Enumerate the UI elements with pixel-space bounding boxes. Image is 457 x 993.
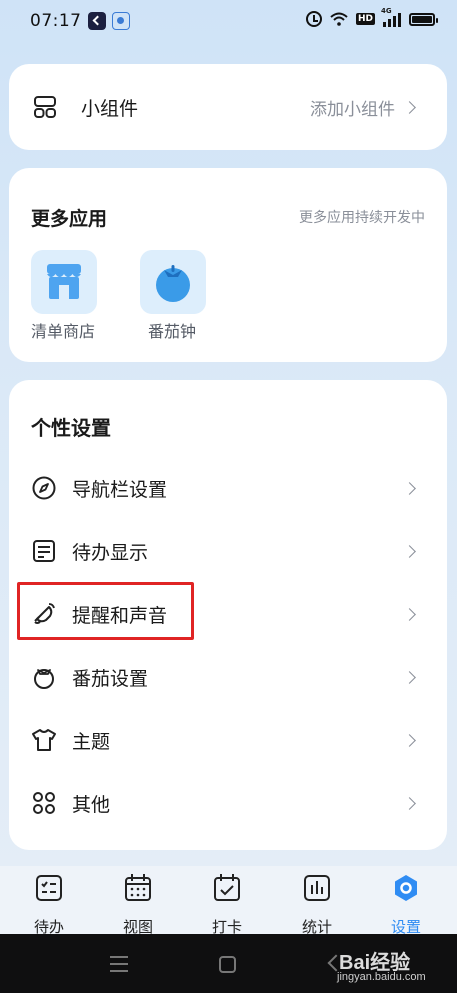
more-apps-title: 更多应用 <box>31 208 108 230</box>
settings-row-label: 主题 <box>72 731 111 753</box>
tomato-icon <box>156 265 190 302</box>
chevron-right-icon <box>403 608 416 621</box>
tomato-outline-icon <box>34 669 54 689</box>
app-k-icon <box>88 12 106 30</box>
watermark-url: jingyan.baidu.com <box>337 971 426 983</box>
tab-todo[interactable]: 待办 <box>14 872 84 936</box>
compass-icon <box>32 476 56 500</box>
tab-checkin[interactable]: 打卡 <box>192 872 262 936</box>
tab-view[interactable]: 视图 <box>103 872 173 936</box>
signal-4g-icon: 4G <box>381 7 401 27</box>
more-apps-card: 更多应用 更多应用持续开发中 清单商店 番茄钟 <box>9 168 447 362</box>
widget-label: 小组件 <box>81 98 139 120</box>
personal-settings-title: 个性设置 <box>31 416 111 440</box>
settings-hex-icon <box>395 875 417 901</box>
settings-row-todo-display[interactable]: 待办显示 <box>9 522 447 580</box>
tshirt-icon <box>32 729 56 751</box>
chevron-right-icon <box>403 797 416 810</box>
settings-row-label: 其他 <box>72 794 111 816</box>
calendar-icon <box>125 874 151 901</box>
settings-row-theme[interactable]: 主题 <box>9 711 447 769</box>
todo-display-icon <box>33 540 55 562</box>
chevron-right-icon <box>403 671 416 684</box>
chevron-right-icon <box>403 545 416 558</box>
more-apps-subtitle: 更多应用持续开发中 <box>299 210 425 226</box>
widget-grid-icon <box>34 96 56 118</box>
home-button[interactable] <box>219 956 236 973</box>
tomato-app-button[interactable] <box>140 250 206 314</box>
store-app-label: 清单商店 <box>30 322 95 341</box>
add-widget-link[interactable]: 添加小组件 <box>310 95 395 120</box>
baidu-jingyan-watermark: Bai经验 jingyan.baidu.com <box>325 938 435 988</box>
status-bar: 07:17 HD 4G <box>0 0 457 44</box>
settings-row-label: 番茄设置 <box>72 668 149 690</box>
status-time: 07:17 <box>30 11 82 31</box>
highlight-annotation <box>17 582 194 640</box>
chevron-right-icon <box>403 101 416 114</box>
settings-row-navbar[interactable]: 导航栏设置 <box>9 459 447 517</box>
network-type-label: 4G <box>381 7 392 15</box>
bottom-tab-bar: 待办 视图 打卡 统计 设置 <box>0 866 457 936</box>
settings-row-tomato[interactable]: 番茄设置 <box>9 648 447 706</box>
settings-row-label: 待办显示 <box>72 542 149 564</box>
stats-icon <box>304 875 330 901</box>
widget-card[interactable]: 小组件 添加小组件 <box>9 64 447 150</box>
chevron-right-icon <box>403 482 416 495</box>
tomato-app-label: 番茄钟 <box>147 322 196 341</box>
tab-stats[interactable]: 统计 <box>282 872 352 936</box>
checkin-icon <box>214 874 240 901</box>
chevron-right-icon <box>403 734 416 747</box>
four-dots-icon <box>33 792 55 814</box>
settings-row-other[interactable]: 其他 <box>9 774 447 832</box>
store-icon <box>47 264 81 299</box>
system-nav-bar: Bai经验 jingyan.baidu.com <box>0 934 457 993</box>
battery-icon <box>409 12 438 26</box>
tab-settings[interactable]: 设置 <box>371 872 441 936</box>
alarm-icon <box>305 11 322 27</box>
wifi-icon <box>330 12 348 26</box>
hd-icon: HD <box>355 13 375 25</box>
settings-row-label: 导航栏设置 <box>72 479 168 501</box>
todo-list-icon <box>36 875 62 901</box>
store-app-button[interactable] <box>31 250 97 314</box>
baidu-paw-icon <box>112 12 130 30</box>
recent-apps-button[interactable] <box>110 956 128 972</box>
